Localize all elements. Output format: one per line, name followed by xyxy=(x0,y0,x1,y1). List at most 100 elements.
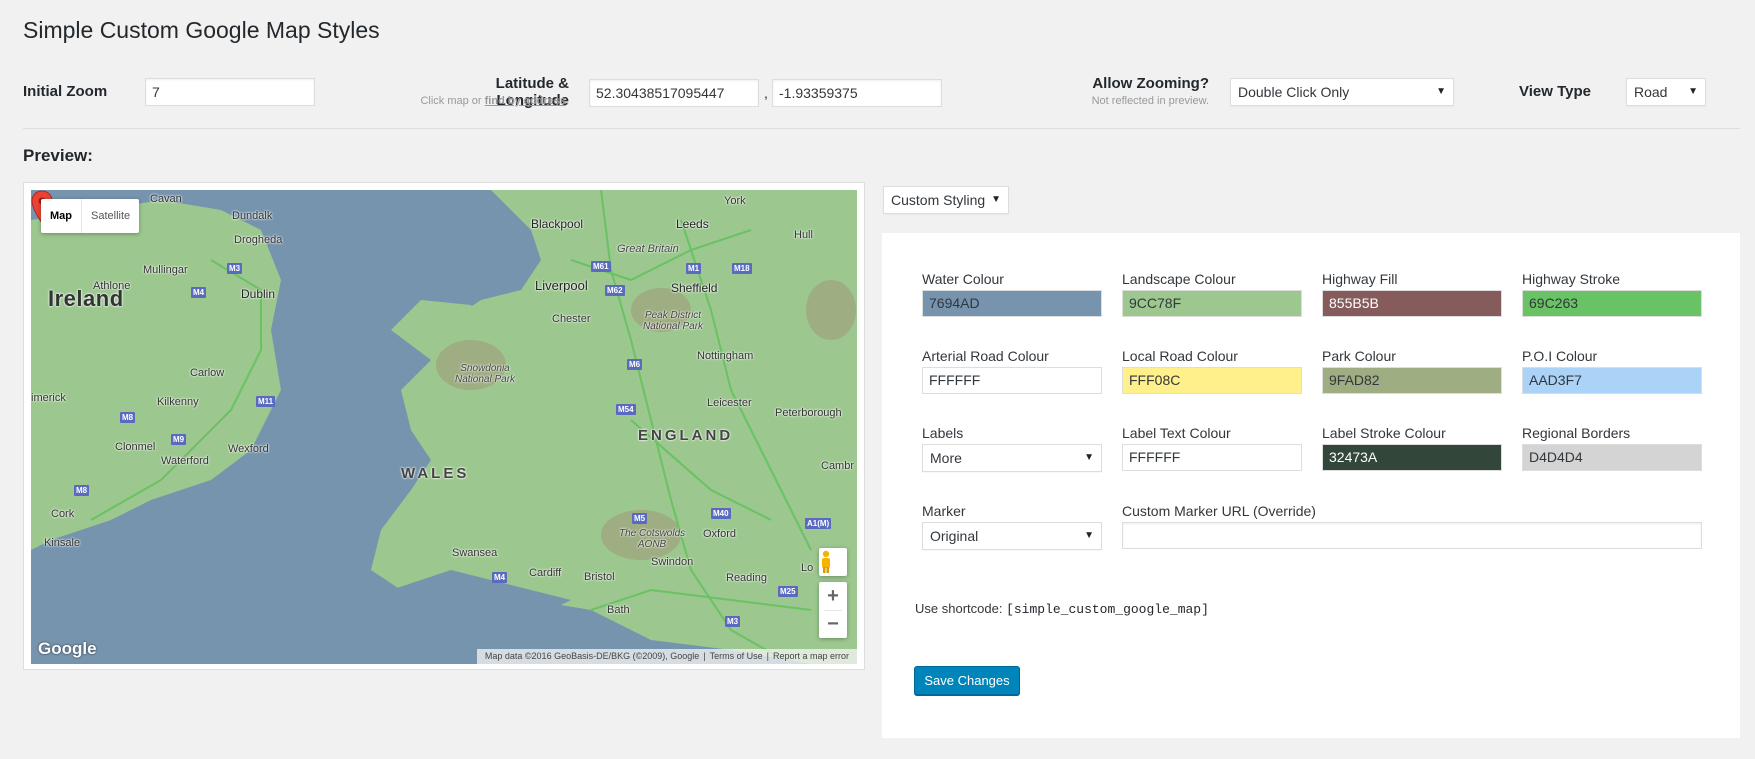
terms-of-use-link[interactable]: Terms of Use xyxy=(710,651,763,661)
map-label-great-britain: Great Britain xyxy=(617,243,679,255)
road-shield: M40 xyxy=(711,508,731,519)
water-colour-label: Water Colour xyxy=(922,271,1004,287)
divider xyxy=(23,128,1740,129)
map-label-cotswolds: The Cotswolds AONB xyxy=(619,528,686,550)
map-data-attribution: Map data ©2016 GeoBasis-DE/BKG (©2009), … xyxy=(484,651,700,661)
map-label-carlow: Carlow xyxy=(190,367,225,379)
road-shield: M4 xyxy=(191,287,207,298)
map-label-clonmel: Clonmel xyxy=(115,441,156,453)
map-label-reading: Reading xyxy=(726,572,767,584)
marker-select[interactable]: Original ▼ xyxy=(922,522,1102,550)
map-preview[interactable]: Ireland WALES ENGLAND Dublin Cavan Dunda… xyxy=(31,190,857,664)
road-shield: M11 xyxy=(256,396,276,407)
save-changes-button[interactable]: Save Changes xyxy=(914,666,1020,695)
road-shield: M3 xyxy=(725,616,741,627)
zoom-in-button[interactable]: + xyxy=(819,582,847,610)
map-label-limerick: imerick xyxy=(31,392,66,404)
shortcode-label: Use shortcode: xyxy=(915,601,1003,616)
street-view-pegman-icon[interactable] xyxy=(819,548,847,576)
landscape-colour-label: Landscape Colour xyxy=(1122,271,1236,287)
custom-marker-url-input[interactable] xyxy=(1122,522,1702,549)
road-shield: M54 xyxy=(616,404,636,415)
map-type-map-button[interactable]: Map xyxy=(41,199,81,233)
map-label-york: York xyxy=(724,195,746,207)
map-label-england: ENGLAND xyxy=(638,427,734,444)
map-label-hull: Hull xyxy=(794,229,813,241)
road-shield: A1(M) xyxy=(805,518,832,529)
allow-zooming-label: Allow Zooming? xyxy=(1092,75,1209,92)
latitude-input[interactable] xyxy=(589,79,759,107)
map-label-cambridge: Cambr xyxy=(821,460,855,472)
view-type-value: Road xyxy=(1634,84,1668,100)
road-shield: M5 xyxy=(632,513,648,524)
map-attribution: Map data ©2016 GeoBasis-DE/BKG (©2009), … xyxy=(476,649,857,664)
regional-borders-label: Regional Borders xyxy=(1522,425,1631,441)
allow-zooming-select[interactable]: Double Click Only ▼ xyxy=(1230,78,1454,106)
report-map-error-link[interactable]: Report a map error xyxy=(773,651,849,661)
find-by-address-link[interactable]: find by address xyxy=(485,95,566,107)
zoom-out-button[interactable]: − xyxy=(819,611,847,638)
highway-fill-label: Highway Fill xyxy=(1322,271,1398,287)
shortcode-row: Use shortcode: [simple_custom_google_map… xyxy=(915,601,1209,617)
park-colour-label: Park Colour xyxy=(1322,348,1396,364)
chevron-down-icon: ▼ xyxy=(1084,452,1094,463)
latlng-hint-prefix: Click map or xyxy=(420,95,482,107)
label-text-colour-label: Label Text Colour xyxy=(1122,425,1231,441)
road-shield: M61 xyxy=(591,261,611,272)
highway-fill-input[interactable]: 855B5B xyxy=(1322,290,1502,317)
regional-borders-input[interactable]: D4D4D4 xyxy=(1522,444,1702,471)
road-shield: M8 xyxy=(120,412,136,423)
map-label-peterborough: Peterborough xyxy=(775,407,842,419)
preview-label: Preview: xyxy=(23,146,93,165)
chevron-down-icon: ▼ xyxy=(991,194,1001,205)
local-road-colour-input[interactable]: FFF08C xyxy=(1122,367,1302,394)
highway-stroke-input[interactable]: 69C263 xyxy=(1522,290,1702,317)
marker-label: Marker xyxy=(922,503,966,519)
highway-stroke-label: Highway Stroke xyxy=(1522,271,1621,287)
park-colour-input[interactable]: 9FAD82 xyxy=(1322,367,1502,394)
initial-zoom-label: Initial Zoom xyxy=(23,83,108,100)
arterial-road-colour-input[interactable]: FFFFFF xyxy=(922,367,1102,394)
map-label-blackpool: Blackpool xyxy=(531,217,584,231)
chevron-down-icon: ▼ xyxy=(1688,86,1698,97)
road-shield: M18 xyxy=(732,263,752,274)
label-stroke-colour-input[interactable]: 32473A xyxy=(1322,444,1502,471)
road-shield: M9 xyxy=(171,434,187,445)
initial-zoom-input[interactable] xyxy=(145,78,315,106)
map-label-chester: Chester xyxy=(552,313,591,325)
water-colour-input[interactable]: 7694AD xyxy=(922,290,1102,317)
styling-mode-select[interactable]: Custom Styling ▼ xyxy=(883,186,1009,214)
map-label-dublin: Dublin xyxy=(241,287,276,301)
road-shield: M6 xyxy=(627,359,643,370)
label-stroke-colour-label: Label Stroke Colour xyxy=(1322,425,1446,441)
allow-zooming-hint: Not reflected in preview. xyxy=(1091,95,1209,107)
map-label-swansea: Swansea xyxy=(452,547,498,559)
road-shield: M1 xyxy=(686,263,702,274)
view-type-select[interactable]: Road ▼ xyxy=(1626,78,1706,106)
shortcode-value: [simple_custom_google_map] xyxy=(1006,602,1209,617)
poi-colour-input[interactable]: AAD3F7 xyxy=(1522,367,1702,394)
labels-value: More xyxy=(930,450,962,466)
map-label-bath: Bath xyxy=(607,604,630,616)
label-text-colour-input[interactable]: FFFFFF xyxy=(1122,444,1302,471)
map-label-oxford: Oxford xyxy=(703,528,737,540)
labels-label: Labels xyxy=(922,425,964,441)
map-type-satellite-button[interactable]: Satellite xyxy=(82,199,139,233)
map-label-leeds: Leeds xyxy=(676,217,709,231)
local-road-colour-label: Local Road Colour xyxy=(1122,348,1238,364)
map-label-wales: WALES xyxy=(401,465,470,482)
map-label-drogheda: Drogheda xyxy=(234,234,283,246)
landscape-colour-input[interactable]: 9CC78F xyxy=(1122,290,1302,317)
map-label-bristol: Bristol xyxy=(584,571,615,583)
arterial-road-colour-label: Arterial Road Colour xyxy=(922,348,1049,364)
map-label-mullingar: Mullingar xyxy=(143,264,188,276)
labels-select[interactable]: More ▼ xyxy=(922,444,1102,472)
map-label-kinsale: Kinsale xyxy=(44,537,81,549)
map-type-control: Map Satellite xyxy=(41,199,140,233)
road-shield: M25 xyxy=(778,586,798,597)
longitude-input[interactable] xyxy=(772,79,942,107)
custom-marker-url-label: Custom Marker URL (Override) xyxy=(1122,503,1316,519)
road-shield: M8 xyxy=(74,485,90,496)
poi-colour-label: P.O.I Colour xyxy=(1522,348,1598,364)
map-label-cardiff: Cardiff xyxy=(529,567,562,579)
